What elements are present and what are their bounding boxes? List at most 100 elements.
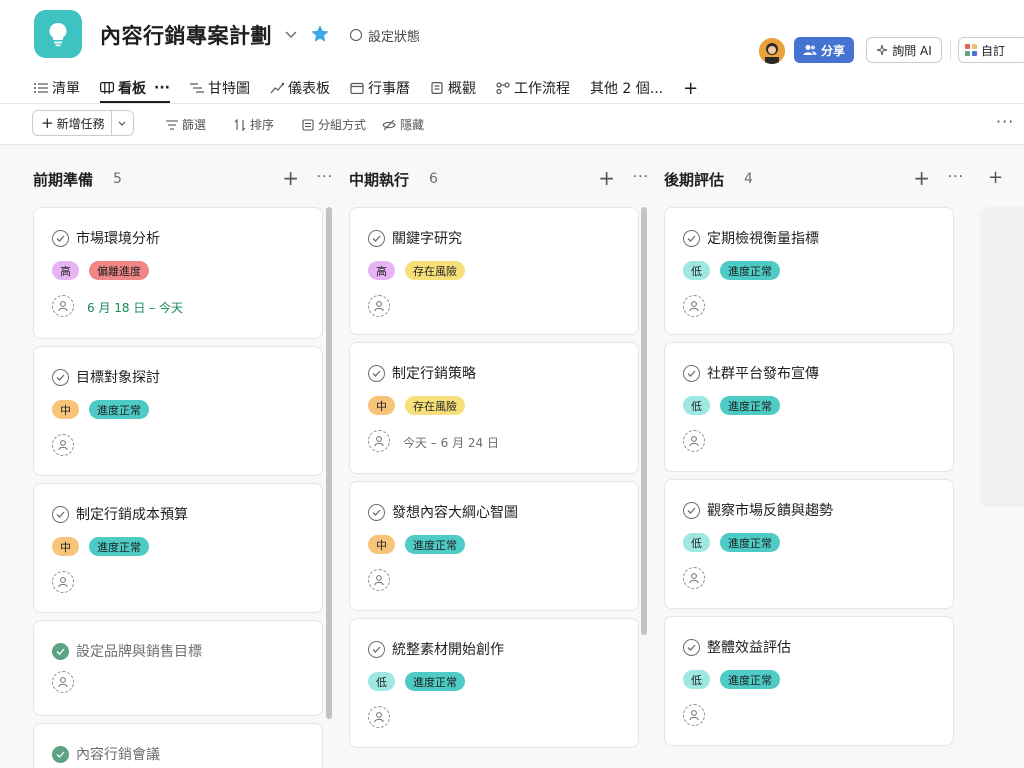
status-badge[interactable]: 進度正常	[89, 400, 149, 419]
status-badge[interactable]: 進度正常	[720, 396, 780, 415]
status-badge[interactable]: 進度正常	[720, 261, 780, 280]
tab-workflow[interactable]: 工作流程	[496, 76, 570, 100]
check-circle-icon[interactable]	[52, 642, 69, 660]
assignee-placeholder-icon[interactable]	[52, 295, 74, 317]
priority-badge[interactable]: 低	[368, 672, 395, 691]
add-task-button[interactable]: + 新增任務	[32, 110, 134, 136]
column-more-icon[interactable]: ···	[633, 169, 649, 185]
new-section-column[interactable]	[980, 207, 1024, 507]
column-add-plus-icon[interactable]: +	[913, 166, 930, 190]
assignee-placeholder-icon[interactable]	[368, 569, 390, 591]
check-circle-icon[interactable]	[52, 505, 69, 523]
add-task-main[interactable]: + 新增任務	[33, 111, 111, 135]
ask-ai-button[interactable]: 詢問 AI	[866, 37, 942, 63]
due-date[interactable]: 今天 – 6 月 24 日	[403, 434, 499, 451]
priority-badge[interactable]: 低	[683, 396, 710, 415]
tab-more-views[interactable]: 其他 2 個...	[590, 76, 663, 100]
priority-badge[interactable]: 中	[52, 537, 79, 556]
check-circle-icon[interactable]	[52, 368, 69, 386]
task-card[interactable]: 統整素材開始創作低進度正常	[349, 618, 639, 748]
task-card[interactable]: 目標對象探討中進度正常	[33, 346, 323, 476]
assignee-placeholder-icon[interactable]	[52, 434, 74, 456]
task-card[interactable]: 發想內容大綱心智圖中進度正常	[349, 481, 639, 611]
share-button[interactable]: 分享	[794, 37, 854, 63]
assignee-placeholder-icon[interactable]	[52, 671, 74, 693]
status-circle-icon[interactable]	[350, 29, 362, 41]
hide-button[interactable]: 隱藏	[382, 116, 424, 133]
task-title[interactable]: 目標對象探討	[76, 367, 160, 387]
check-circle-icon[interactable]	[368, 229, 385, 247]
group-button[interactable]: 分組方式	[302, 116, 366, 133]
filter-button[interactable]: 篩選	[166, 116, 206, 133]
project-title[interactable]: 內容行銷專案計劃	[100, 20, 272, 50]
assignee-placeholder-icon[interactable]	[368, 295, 390, 317]
task-title[interactable]: 定期檢視衡量指標	[707, 228, 819, 248]
column-scrollbar[interactable]	[326, 207, 332, 719]
status-badge[interactable]: 進度正常	[89, 537, 149, 556]
status-badge[interactable]: 進度正常	[405, 672, 465, 691]
task-card[interactable]: 定期檢視衡量指標低進度正常	[664, 207, 954, 335]
user-avatar[interactable]	[759, 38, 785, 64]
status-badge[interactable]: 進度正常	[405, 535, 465, 554]
check-circle-icon[interactable]	[52, 229, 69, 247]
task-title[interactable]: 設定品牌與銷售目標	[76, 641, 202, 661]
check-circle-icon[interactable]	[52, 745, 69, 763]
status-badge[interactable]: 存在風險	[405, 396, 465, 415]
add-task-dropdown[interactable]	[110, 111, 133, 135]
task-card[interactable]: 制定行銷成本預算中進度正常	[33, 483, 323, 613]
check-circle-icon[interactable]	[368, 640, 385, 658]
project-icon[interactable]	[34, 10, 82, 58]
priority-badge[interactable]: 低	[683, 261, 710, 280]
due-date[interactable]: 6 月 18 日 – 今天	[87, 299, 183, 316]
customize-button[interactable]: 自訂	[958, 37, 1024, 63]
priority-badge[interactable]: 中	[52, 400, 79, 419]
task-title[interactable]: 制定行銷策略	[392, 363, 476, 383]
task-title[interactable]: 制定行銷成本預算	[76, 504, 188, 524]
task-title[interactable]: 社群平台發布宣傳	[707, 363, 819, 383]
assignee-placeholder-icon[interactable]	[683, 567, 705, 589]
star-icon[interactable]	[309, 23, 331, 45]
sort-button[interactable]: 排序	[234, 116, 274, 133]
column-more-icon[interactable]: ···	[317, 169, 333, 185]
tab-gantt[interactable]: 甘特圖	[189, 76, 250, 100]
priority-badge[interactable]: 高	[368, 261, 395, 280]
status-badge[interactable]: 進度正常	[720, 670, 780, 689]
column-more-icon[interactable]: ···	[948, 169, 964, 185]
check-circle-icon[interactable]	[683, 229, 700, 247]
add-tab-plus-icon[interactable]: +	[683, 76, 698, 100]
priority-badge[interactable]: 低	[683, 670, 710, 689]
toolbar-more-icon[interactable]: ···	[996, 112, 1014, 131]
assignee-placeholder-icon[interactable]	[683, 704, 705, 726]
check-circle-icon[interactable]	[683, 638, 700, 656]
task-title[interactable]: 整體效益評估	[707, 637, 791, 657]
task-card[interactable]: 關鍵字研究高存在風險	[349, 207, 639, 335]
check-circle-icon[interactable]	[683, 501, 700, 519]
column-scrollbar[interactable]	[641, 207, 647, 635]
task-card[interactable]: 社群平台發布宣傳低進度正常	[664, 342, 954, 472]
tab-dashboard[interactable]: 儀表板	[270, 76, 330, 100]
task-card[interactable]: 設定品牌與銷售目標	[33, 620, 323, 716]
task-card[interactable]: 制定行銷策略中存在風險今天 – 6 月 24 日	[349, 342, 639, 474]
priority-badge[interactable]: 低	[683, 533, 710, 552]
assignee-placeholder-icon[interactable]	[683, 295, 705, 317]
add-section-plus-icon[interactable]: +	[988, 167, 1003, 188]
column-add-plus-icon[interactable]: +	[282, 166, 299, 190]
task-title[interactable]: 發想內容大綱心智圖	[392, 502, 518, 522]
status-badge[interactable]: 存在風險	[405, 261, 465, 280]
assignee-placeholder-icon[interactable]	[368, 706, 390, 728]
task-title[interactable]: 統整素材開始創作	[392, 639, 504, 659]
assignee-placeholder-icon[interactable]	[368, 430, 390, 452]
check-circle-icon[interactable]	[368, 364, 385, 382]
column-add-plus-icon[interactable]: +	[598, 166, 615, 190]
priority-badge[interactable]: 高	[52, 261, 79, 280]
task-title[interactable]: 觀察市場反饋與趨勢	[707, 500, 833, 520]
status-badge[interactable]: 進度正常	[720, 533, 780, 552]
tab-board[interactable]: 看板 ···	[100, 76, 170, 103]
status-badge[interactable]: 偏離進度	[89, 261, 149, 280]
check-circle-icon[interactable]	[683, 364, 700, 382]
task-card[interactable]: 整體效益評估低進度正常	[664, 616, 954, 746]
assignee-placeholder-icon[interactable]	[52, 571, 74, 593]
task-card[interactable]: 觀察市場反饋與趨勢低進度正常	[664, 479, 954, 609]
priority-badge[interactable]: 中	[368, 396, 395, 415]
check-circle-icon[interactable]	[368, 503, 385, 521]
